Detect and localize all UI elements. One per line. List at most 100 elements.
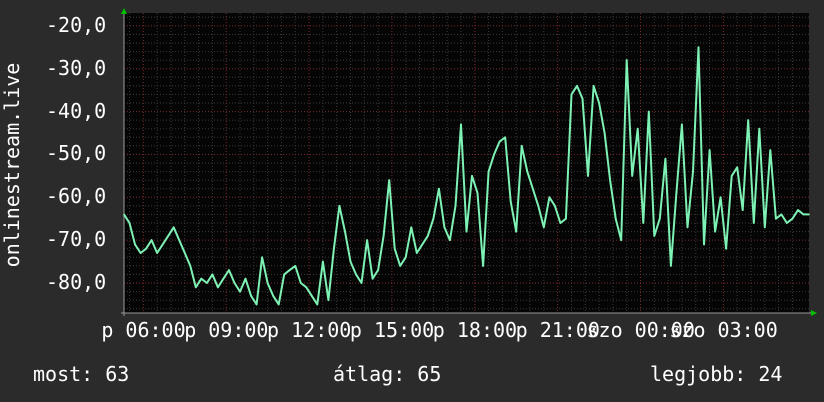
data-point [382,235,385,237]
data-point [377,269,379,271]
data-point [465,230,468,233]
data-point [443,226,446,229]
data-point [752,222,755,224]
data-point [758,127,761,130]
data-point [427,235,429,237]
data-point [769,149,772,151]
x-axis-arrow [811,310,817,316]
data-point [780,213,783,216]
data-point [333,247,335,250]
data-point [670,265,672,267]
data-point [139,252,142,254]
data-point [714,230,716,233]
data-point [277,303,280,306]
data-point [531,187,534,190]
data-point [642,222,645,224]
data-point [614,217,617,220]
data-point [775,217,777,220]
data-point [791,217,794,220]
y-axis-arrow [121,8,127,14]
data-point [537,205,540,207]
data-point [487,170,490,173]
data-point [322,260,324,263]
data-point [471,175,473,177]
y-tick-label: -70,0 [46,227,107,252]
data-point [526,170,529,173]
data-point [697,46,700,49]
average-value-stat: átlag: 65 [333,362,442,386]
data-point [620,239,622,241]
data-point [736,166,738,169]
data-point [250,295,252,297]
data-point [438,187,440,190]
data-point [327,299,330,301]
data-point [266,282,269,284]
data-point [217,286,219,289]
x-tick-label: p 12:00 [267,318,352,342]
data-point [570,93,573,96]
data-point [460,123,462,126]
data-point [576,85,578,87]
data-point [299,282,302,284]
data-point [349,260,352,263]
data-point [421,243,424,246]
data-point [239,290,241,293]
data-point [659,217,661,220]
data-point [338,205,341,207]
data-point [261,256,263,259]
data-point [145,247,147,250]
data-point [404,256,407,259]
data-point [625,59,628,61]
data-point [681,123,683,126]
data-point [509,200,512,203]
data-point [272,295,274,297]
y-tick-label: -80,0 [46,270,107,294]
data-point [189,265,192,267]
data-point [123,213,125,216]
data-point [183,252,186,254]
data-point [305,286,308,289]
data-point [565,217,567,220]
data-point [786,222,788,224]
data-point [371,277,374,280]
data-point [664,157,667,160]
y-tick-label: -50,0 [46,141,107,166]
data-point [631,175,634,177]
data-point [598,102,600,104]
data-point [504,136,506,139]
data-point [603,132,606,134]
data-point [581,97,584,100]
data-point [195,286,197,289]
data-point [161,243,164,246]
data-point [476,192,479,194]
data-point [415,252,418,254]
data-point [233,282,236,284]
data-point [178,239,181,241]
data-point [344,230,346,233]
data-point [388,179,390,181]
data-point [592,85,595,87]
data-point [725,247,727,250]
data-point [410,226,413,229]
data-point [764,226,766,229]
data-point [708,149,711,151]
data-point [172,226,175,229]
x-tick-label: p 09:00 [184,318,269,342]
data-point [747,119,750,121]
data-point [797,209,799,211]
x-tick-label: p 18:00 [432,318,518,342]
best-value-stat: legjobb: 24 [650,362,783,386]
data-point [482,265,484,267]
y-tick-label: -20,0 [46,12,107,37]
data-point [609,179,611,181]
data-point [211,273,214,276]
data-point [686,226,689,229]
data-point [255,303,258,306]
x-tick-label: p 06:00 [101,318,186,342]
data-point [554,205,556,207]
data-point [498,140,501,143]
data-point [128,222,131,224]
y-tick-label: -60,0 [46,184,107,209]
current-value-stat: most: 63 [33,362,130,386]
data-point [454,205,457,207]
